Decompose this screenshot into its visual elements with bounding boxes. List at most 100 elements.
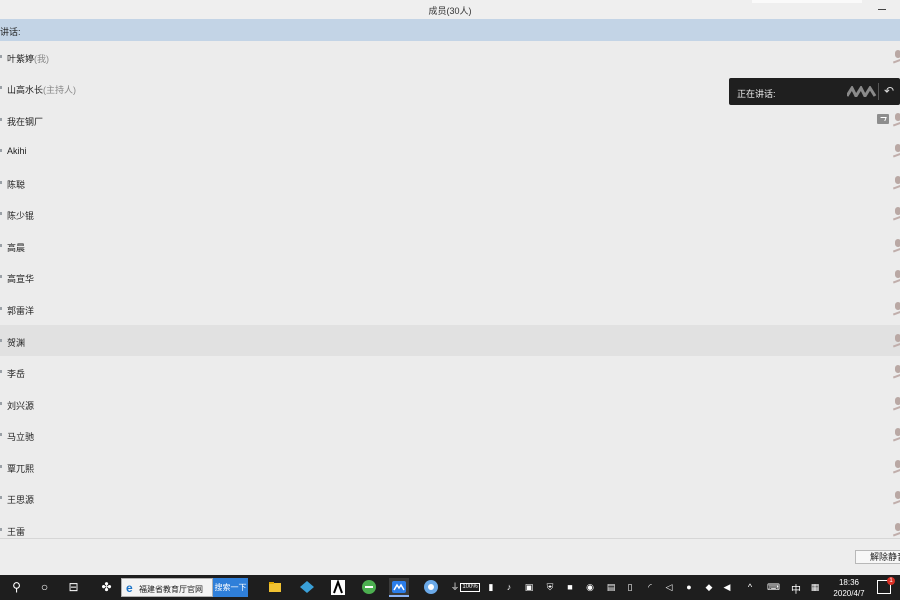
app-a-icon[interactable]	[328, 578, 348, 597]
notification-icon[interactable]: 1	[877, 577, 895, 594]
member-row[interactable]: 马立驰	[0, 419, 900, 450]
wifi-icon[interactable]: ◜	[645, 582, 655, 593]
member-name: 陈聪	[7, 180, 26, 190]
status-dot	[0, 275, 2, 278]
app-diamond-icon[interactable]	[297, 578, 317, 597]
status-dot	[0, 370, 2, 373]
status-dot	[0, 528, 2, 531]
member-row[interactable]: 覃兀熙	[0, 451, 900, 482]
volume-icon[interactable]: ◁	[664, 582, 674, 593]
mic-muted-icon[interactable]	[892, 334, 900, 347]
member-row[interactable]: 高晨	[0, 230, 900, 261]
member-name: Akihi	[7, 146, 27, 156]
member-row[interactable]: 贺渊	[0, 325, 900, 356]
member-name: 刘兴源	[7, 401, 35, 411]
window-titlebar: 成员(30人)	[0, 0, 900, 19]
speaking-label: 讲话:	[0, 27, 21, 37]
mic-muted-icon[interactable]	[892, 239, 900, 252]
meeting-app-icon[interactable]	[389, 578, 409, 597]
tray-app-icon[interactable]: ◆	[704, 582, 714, 593]
tray-display-icon[interactable]: ▤	[606, 582, 616, 593]
member-name: 马立驰	[7, 432, 35, 442]
member-row[interactable]: 王雷	[0, 514, 900, 538]
member-row[interactable]: 郭雷洋	[0, 293, 900, 324]
status-dot	[0, 244, 2, 247]
return-icon[interactable]: ↶	[884, 84, 894, 98]
member-row[interactable]: 叶紫婷(我)	[0, 41, 900, 72]
mic-muted-icon[interactable]	[892, 397, 900, 410]
unmute-button[interactable]: 解除静音	[855, 550, 900, 564]
member-row[interactable]: 我在钢厂	[0, 104, 900, 135]
power-plug-icon[interactable]: ⏚	[450, 582, 460, 593]
member-list[interactable]: 叶紫婷(我) 山高水长(主持人) 我在钢厂 Akihi 陈聪 陈少锟 高晨 高宣…	[0, 41, 900, 538]
web-search-input[interactable]: 福建省教育厅官网	[139, 584, 203, 595]
web-search-box[interactable]: e 福建省教育厅官网	[121, 578, 213, 597]
member-row[interactable]: 刘兴源	[0, 388, 900, 419]
member-row[interactable]: 王思源	[0, 482, 900, 513]
status-dot	[0, 118, 2, 121]
usb-icon[interactable]: ▯	[625, 582, 635, 593]
member-name: 王思源	[7, 495, 35, 505]
tray-red-icon[interactable]: ■	[565, 582, 575, 593]
task-view-icon[interactable]: ⊟	[66, 580, 81, 595]
security-shield-icon[interactable]: ⛨	[545, 582, 555, 593]
notification-badge: 1	[887, 577, 895, 585]
screen-share-icon[interactable]	[877, 114, 889, 124]
search-icon[interactable]: ⚲	[9, 580, 24, 595]
toast-label: 正在讲话:	[737, 89, 776, 99]
keyboard-icon[interactable]: ⌨	[767, 582, 780, 593]
app-globe-icon[interactable]	[421, 578, 441, 597]
mic-muted-icon[interactable]	[892, 491, 900, 504]
member-name: 王雷	[7, 527, 26, 537]
clock-time: 18:36	[838, 578, 860, 587]
member-row[interactable]: 陈少锟	[0, 198, 900, 229]
voice-wave-icon	[847, 86, 877, 97]
tray-arrow-icon[interactable]: ◀	[722, 582, 732, 593]
mic-muted-icon[interactable]	[892, 270, 900, 283]
member-name: 郭雷洋	[7, 306, 35, 316]
member-row[interactable]: 陈聪	[0, 167, 900, 198]
member-name: 覃兀熙	[7, 464, 35, 474]
member-row[interactable]: 高宣华	[0, 261, 900, 292]
mic-muted-icon[interactable]	[892, 460, 900, 473]
tray-box-icon[interactable]: ▣	[524, 582, 534, 593]
battery-green-icon[interactable]: ▮	[486, 582, 496, 593]
status-dot	[0, 339, 2, 342]
member-name: 我在钢厂	[7, 117, 44, 127]
status-dot	[0, 181, 2, 184]
mic-muted-icon[interactable]	[892, 302, 900, 315]
system-clock[interactable]: 18:36 2020/4/7	[828, 577, 870, 599]
member-name: 贺渊	[7, 338, 26, 348]
fan-app-icon[interactable]: ✤	[99, 580, 114, 595]
status-dot	[0, 55, 2, 58]
ime-mode-icon[interactable]: ▦	[810, 582, 820, 593]
tray-up-chevron-icon[interactable]: ^	[745, 582, 755, 593]
mic-muted-icon[interactable]	[892, 207, 900, 220]
mic-muted-icon[interactable]	[892, 50, 900, 63]
app-green-icon[interactable]	[359, 578, 379, 597]
mic-muted-icon[interactable]	[892, 428, 900, 441]
mic-muted-icon[interactable]	[892, 176, 900, 189]
battery-indicator[interactable]: 100%	[460, 583, 480, 592]
ie-icon: e	[126, 581, 133, 595]
speaking-bar: 讲话:	[0, 19, 900, 41]
member-row[interactable]: 李岳	[0, 356, 900, 387]
mic-muted-icon[interactable]	[892, 144, 900, 157]
ime-language[interactable]: 中	[791, 581, 801, 596]
mic-muted-icon[interactable]	[892, 523, 900, 536]
mic-muted-icon[interactable]	[892, 365, 900, 378]
cortana-icon[interactable]: ○	[37, 580, 52, 595]
tray-wechat-icon[interactable]: ●	[684, 582, 694, 593]
member-name: 山高水长(主持人)	[7, 85, 77, 95]
minimize-button[interactable]	[878, 0, 888, 19]
status-dot	[0, 307, 2, 310]
web-search-button[interactable]: 搜索一下	[213, 578, 248, 597]
member-row[interactable]: Akihi	[0, 135, 900, 166]
mic-muted-icon[interactable]	[892, 113, 900, 126]
microphone-icon[interactable]: ♪	[504, 582, 514, 593]
tray-blue-icon[interactable]: ◉	[585, 582, 595, 593]
toast-divider	[878, 83, 879, 100]
file-explorer-icon[interactable]	[265, 578, 285, 597]
status-dot	[0, 86, 2, 89]
status-dot	[0, 433, 2, 436]
